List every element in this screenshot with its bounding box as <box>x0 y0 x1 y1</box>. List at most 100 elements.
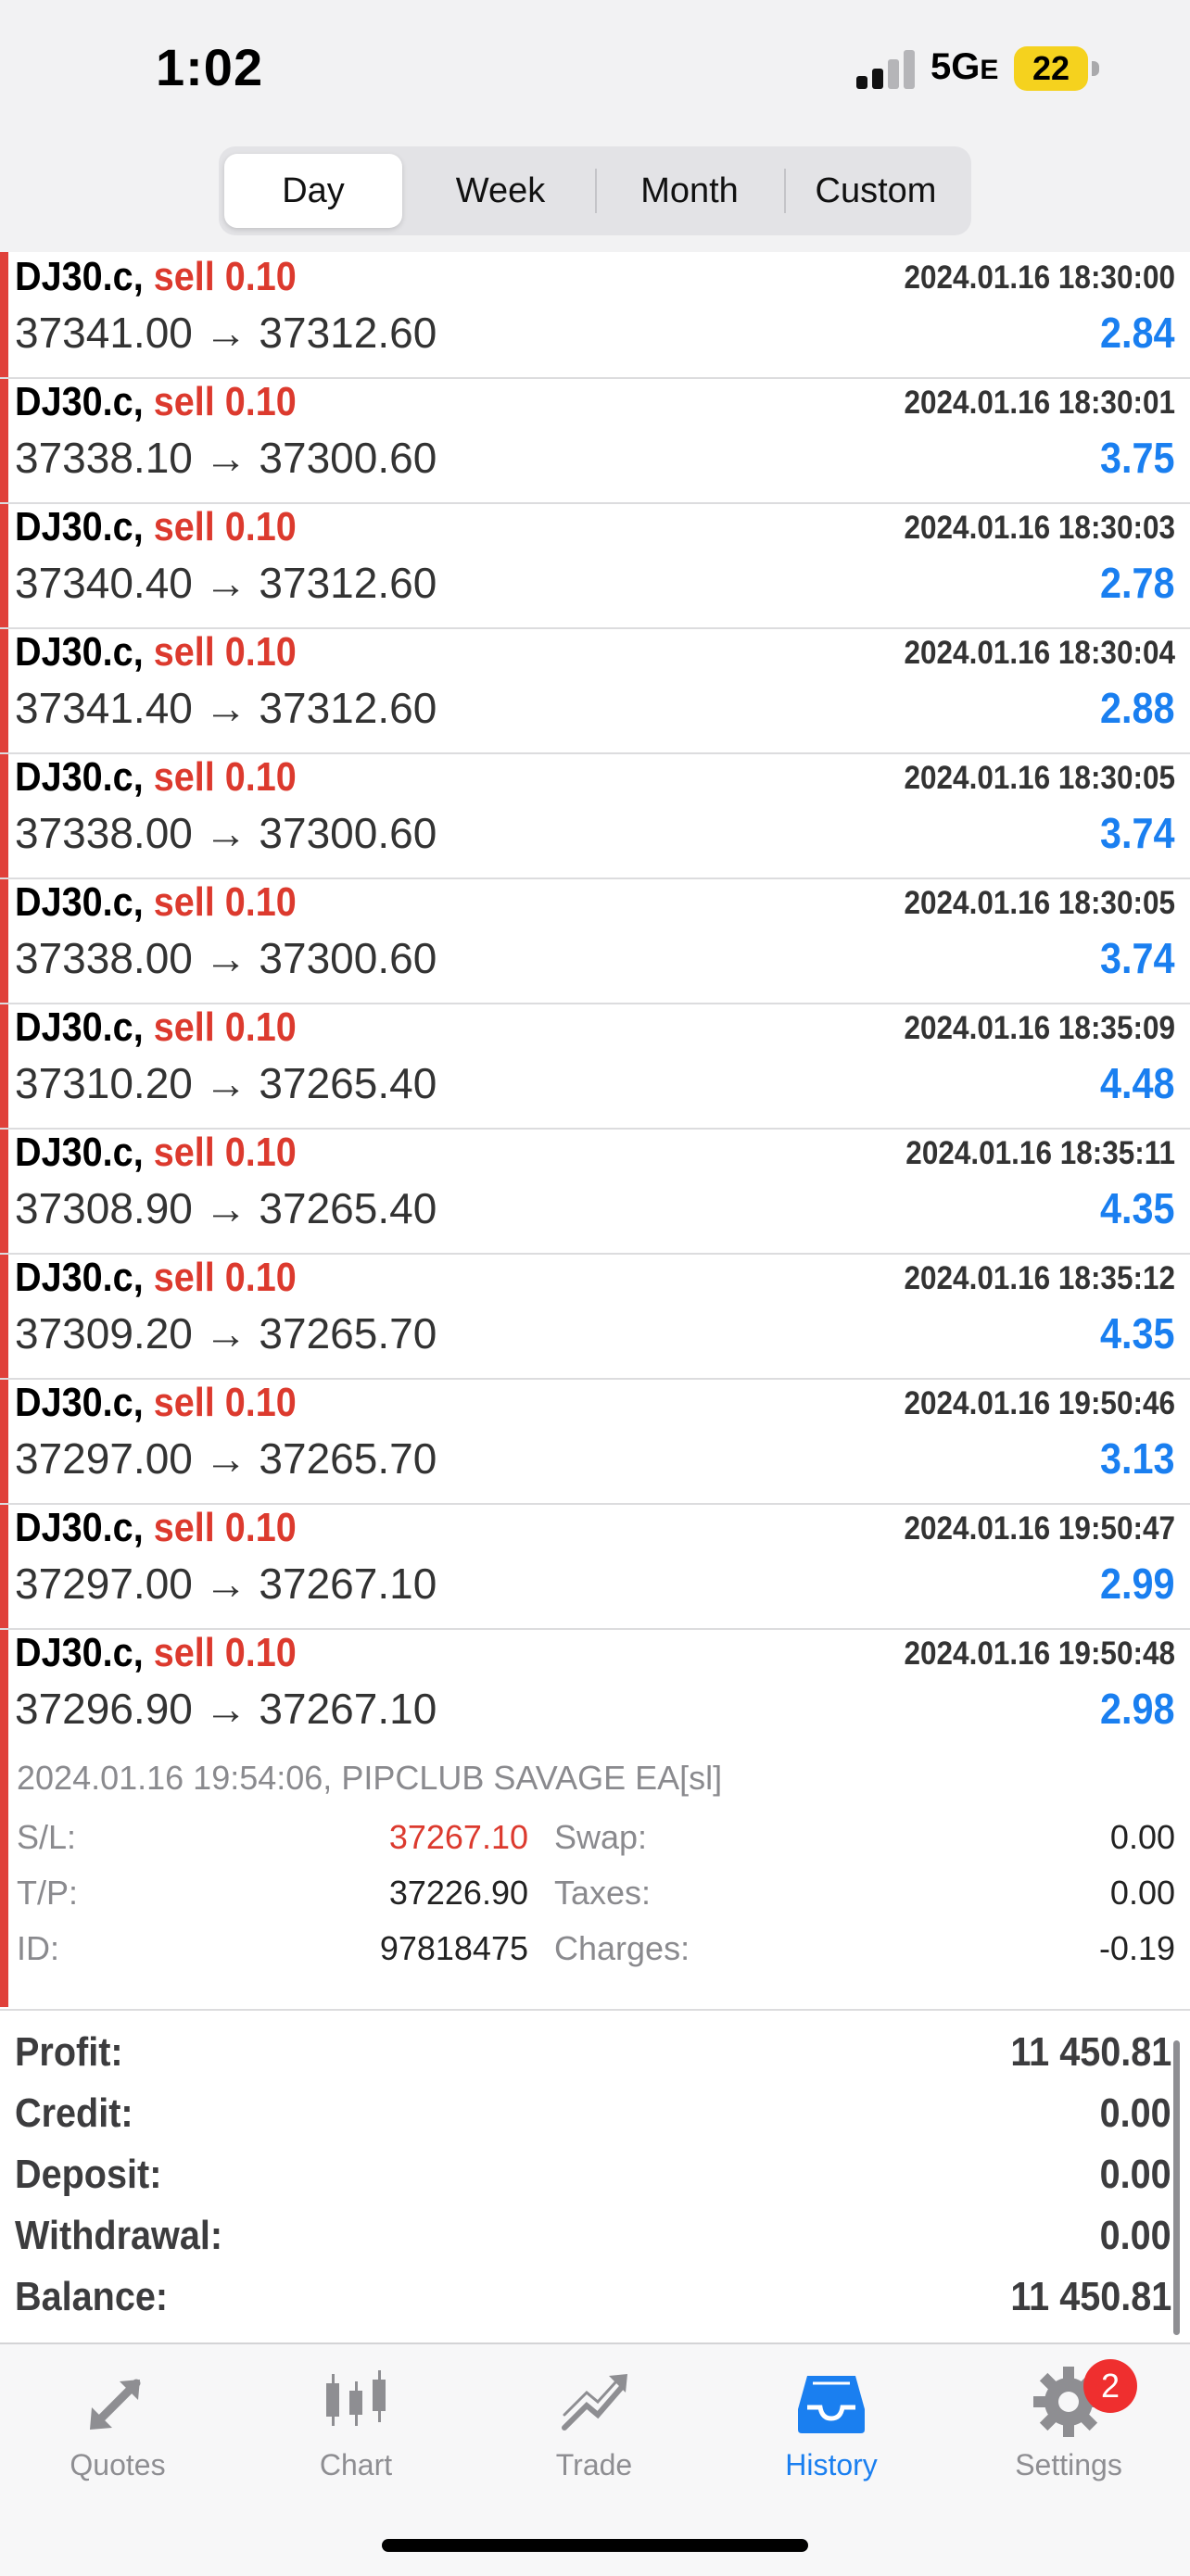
tab-quotes[interactable]: Quotes <box>25 2363 210 2493</box>
tab-custom[interactable]: Custom <box>786 154 966 228</box>
taxes-label: Taxes: <box>554 1874 652 1912</box>
trade-datetime: 2024.01.16 18:30:04 <box>904 635 1176 671</box>
trade-row-expanded[interactable]: DJ30.c, sell 0.10 2024.01.16 19:50:48 37… <box>0 1628 1190 1753</box>
trade-symbol: DJ30.c, sell 0.10 <box>15 1130 297 1175</box>
tab-week[interactable]: Week <box>408 154 593 228</box>
id-value: 97818475 <box>379 1929 528 1967</box>
tab-settings[interactable]: Settings 2 <box>976 2359 1161 2493</box>
trade-prices: 37338.10 → 37300.60 <box>15 434 437 482</box>
trade-row[interactable]: DJ30.c, sell 0.10 2024.01.16 18:30:05 37… <box>0 752 1190 879</box>
trade-prices: 37297.00 → 37267.10 <box>15 1559 437 1608</box>
sl-value: 37267.10 <box>388 1818 528 1856</box>
trade-row[interactable]: DJ30.c, sell 0.10 2024.01.16 18:30:04 37… <box>0 627 1190 754</box>
trade-details: 2024.01.16 19:54:06, PIPCLUB SAVAGE EA[s… <box>0 1753 1190 2005</box>
trade-profit: 2.99 <box>1100 1559 1175 1608</box>
summary-row-deposit: Deposit: 0.00 <box>0 2144 1190 2205</box>
trade-profit: 4.35 <box>1100 1309 1175 1357</box>
trade-symbol: DJ30.c, sell 0.10 <box>15 254 297 299</box>
trade-row[interactable]: DJ30.c, sell 0.10 2024.01.16 19:50:47 37… <box>0 1503 1190 1630</box>
trade-datetime: 2024.01.16 18:30:00 <box>904 259 1176 296</box>
charges-label: Charges: <box>554 1929 690 1967</box>
summary-value: 11 450.81 <box>1010 2029 1171 2075</box>
trade-symbol: DJ30.c, sell 0.10 <box>15 1630 297 1675</box>
summary-row-withdrawal: Withdrawal: 0.00 <box>0 2205 1190 2267</box>
trade-datetime: 2024.01.16 19:50:48 <box>904 1635 1176 1672</box>
tab-label: Trade <box>555 2448 633 2481</box>
battery-cap <box>1092 61 1099 76</box>
trade-datetime: 2024.01.16 19:50:47 <box>904 1510 1176 1547</box>
trade-row[interactable]: DJ30.c, sell 0.10 2024.01.16 18:30:03 37… <box>0 502 1190 629</box>
swap-value: 0.00 <box>1109 1818 1175 1856</box>
trade-profit: 4.35 <box>1100 1184 1175 1232</box>
summary-row-balance: Balance: 11 450.81 <box>0 2267 1190 2328</box>
trade-profit: 4.48 <box>1100 1059 1175 1107</box>
swap-label: Swap: <box>554 1818 648 1856</box>
trade-row[interactable]: DJ30.c, sell 0.10 2024.01.16 19:50:46 37… <box>0 1378 1190 1505</box>
trade-datetime: 2024.01.16 18:35:12 <box>904 1260 1176 1296</box>
trade-datetime: 2024.01.16 18:30:05 <box>904 760 1176 796</box>
trade-row[interactable]: DJ30.c, sell 0.10 2024.01.16 18:35:11 37… <box>0 1128 1190 1255</box>
tab-label: History <box>785 2448 878 2481</box>
candlestick-icon <box>326 2370 386 2426</box>
trade-symbol: DJ30.c, sell 0.10 <box>15 1505 297 1550</box>
trend-up-icon <box>562 2374 627 2431</box>
trade-prices: 37338.00 → 37300.60 <box>15 809 437 857</box>
trade-profit: 3.13 <box>1100 1434 1175 1483</box>
trade-symbol: DJ30.c, sell 0.10 <box>15 379 297 424</box>
trade-datetime: 2024.01.16 19:50:46 <box>904 1385 1176 1421</box>
home-indicator[interactable] <box>382 2539 808 2552</box>
tab-day[interactable]: Day <box>224 154 402 228</box>
charges-value: -0.19 <box>1098 1929 1175 1967</box>
trade-prices: 37310.20 → 37265.40 <box>15 1059 437 1107</box>
trade-symbol: DJ30.c, sell 0.10 <box>15 1380 297 1425</box>
trade-profit: 3.75 <box>1100 434 1175 482</box>
trade-datetime: 2024.01.16 18:35:09 <box>904 1010 1176 1046</box>
trade-prices: 37297.00 → 37265.70 <box>15 1434 437 1483</box>
summary-label: Deposit: <box>15 2152 162 2197</box>
summary-row-credit: Credit: 0.00 <box>0 2083 1190 2144</box>
summary-label: Credit: <box>15 2090 133 2136</box>
tab-chart[interactable]: Chart <box>263 2363 449 2493</box>
trade-close-info: 2024.01.16 19:54:06, PIPCLUB SAVAGE EA[s… <box>17 1759 723 1797</box>
header: 1:02 5GE 22 Day Week Month Custom <box>0 0 1190 252</box>
summary-value: 11 450.81 <box>1010 2274 1171 2319</box>
trade-profit: 3.74 <box>1100 809 1175 857</box>
tab-month[interactable]: Month <box>597 154 782 228</box>
status-time: 1:02 <box>156 38 264 96</box>
notification-badge: 2 <box>1083 2359 1137 2413</box>
id-label: ID: <box>17 1929 60 1967</box>
tp-value: 37226.90 <box>388 1874 528 1912</box>
trade-row[interactable]: DJ30.c, sell 0.10 2024.01.16 18:30:00 37… <box>0 252 1190 379</box>
summary-label: Withdrawal: <box>15 2213 223 2258</box>
trade-row[interactable]: DJ30.c, sell 0.10 2024.01.16 18:30:01 37… <box>0 377 1190 504</box>
trade-row[interactable]: DJ30.c, sell 0.10 2024.01.16 18:35:12 37… <box>0 1253 1190 1380</box>
tab-trade[interactable]: Trade <box>501 2363 687 2493</box>
trade-symbol: DJ30.c, sell 0.10 <box>15 754 297 800</box>
trade-profit: 3.74 <box>1100 934 1175 982</box>
sl-label: S/L: <box>17 1818 77 1856</box>
trade-prices: 37341.40 → 37312.60 <box>15 684 437 732</box>
trade-prices: 37341.00 → 37312.60 <box>15 309 437 357</box>
period-segmented-control: Day Week Month Custom <box>219 146 971 235</box>
summary-label: Profit: <box>15 2029 123 2075</box>
trade-row[interactable]: DJ30.c, sell 0.10 2024.01.16 18:35:09 37… <box>0 1003 1190 1130</box>
trade-history-list[interactable]: DJ30.c, sell 0.10 2024.01.16 18:30:00 37… <box>0 252 1190 2007</box>
tp-label: T/P: <box>17 1874 79 1912</box>
summary-value: 0.00 <box>1099 2090 1171 2136</box>
taxes-value: 0.00 <box>1109 1874 1175 1912</box>
trade-row[interactable]: DJ30.c, sell 0.10 2024.01.16 18:30:05 37… <box>0 878 1190 1004</box>
scrollbar[interactable] <box>1173 2040 1180 2335</box>
trade-prices: 37308.90 → 37265.40 <box>15 1184 437 1232</box>
trade-prices: 37296.90 → 37267.10 <box>15 1685 437 1733</box>
tab-label: Settings <box>1015 2448 1122 2481</box>
tab-history[interactable]: History <box>739 2363 924 2493</box>
trade-prices: 37338.00 → 37300.60 <box>15 934 437 982</box>
tab-label: Quotes <box>70 2448 166 2481</box>
summary-value: 0.00 <box>1099 2213 1171 2258</box>
trade-prices: 37340.40 → 37312.60 <box>15 559 437 607</box>
trade-symbol: DJ30.c, sell 0.10 <box>15 629 297 675</box>
trade-symbol: DJ30.c, sell 0.10 <box>15 1255 297 1300</box>
quotes-arrows-icon <box>90 2379 141 2430</box>
trade-datetime: 2024.01.16 18:30:01 <box>904 385 1176 421</box>
account-summary: Profit: 11 450.81 Credit: 0.00 Deposit: … <box>0 2009 1190 2344</box>
